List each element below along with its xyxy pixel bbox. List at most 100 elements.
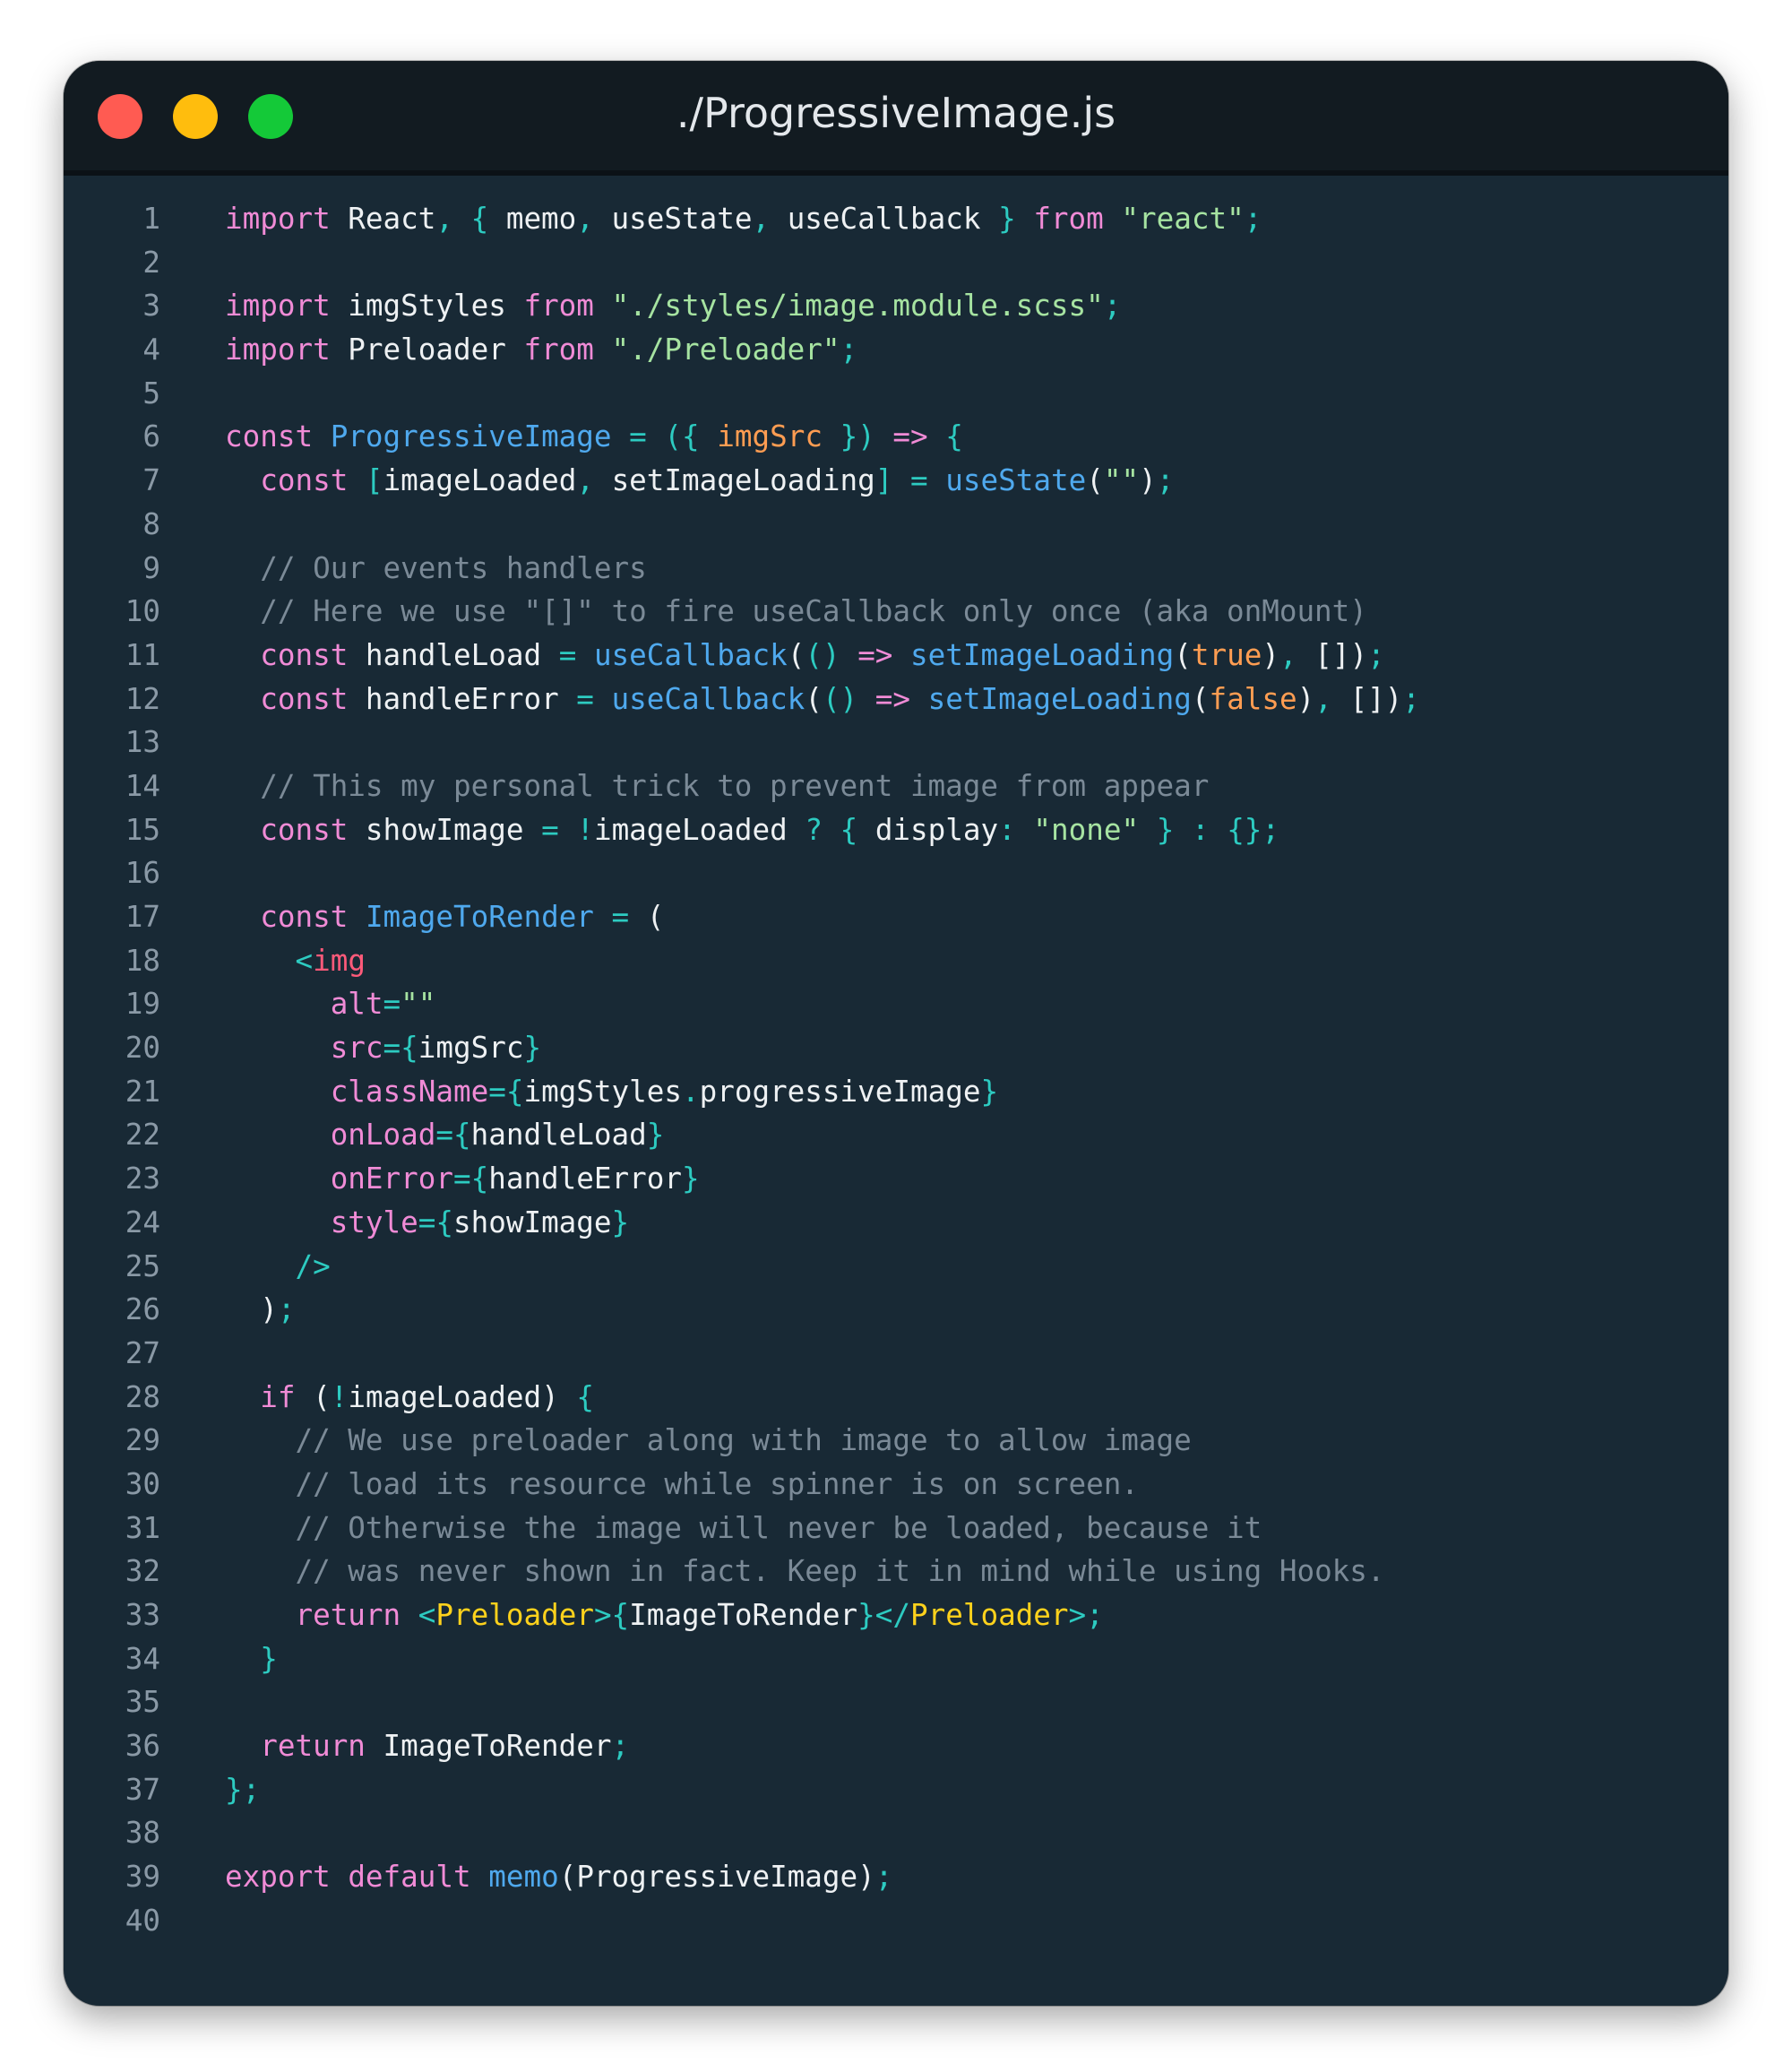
code-token: . — [681, 1074, 700, 1109]
code-line[interactable]: 24 style={showImage} — [64, 1201, 1728, 1245]
code-token: (ProgressiveImage) — [558, 1860, 875, 1895]
line-number: 20 — [125, 1031, 160, 1066]
code-line[interactable]: 34 } — [64, 1637, 1728, 1681]
code-text: // This my personal trick to prevent ima… — [225, 764, 1209, 808]
line-number: 6 — [142, 419, 160, 454]
code-line[interactable]: 21 className={imgStyles.progressiveImage… — [64, 1070, 1728, 1114]
code-token: imgSrc — [717, 419, 823, 454]
code-token: ={ — [452, 1162, 489, 1196]
code-token: ( — [295, 1379, 331, 1414]
code-token: ? — [805, 812, 823, 847]
code-text: <img — [225, 939, 365, 983]
line-number: 29 — [125, 1423, 160, 1458]
code-line[interactable]: 3 import imgStyles from "./styles/image.m… — [64, 284, 1728, 328]
code-line[interactable]: 37}; — [64, 1768, 1728, 1812]
code-text: // Here we use "[]" to fire useCallback … — [225, 590, 1367, 634]
code-text: alt="" — [225, 982, 436, 1026]
code-token: if — [260, 1379, 296, 1414]
code-line[interactable]: 28 if (!imageLoaded) { — [64, 1376, 1728, 1420]
code-token: ={ — [383, 1031, 418, 1066]
line-number: 24 — [125, 1205, 160, 1239]
code-token: "none" — [1033, 812, 1140, 847]
code-token: ( — [787, 637, 806, 672]
code-line[interactable]: 5 — [64, 372, 1728, 416]
code-line[interactable]: 17 const ImageToRender = ( — [64, 895, 1728, 939]
code-line[interactable]: 6 const ProgressiveImage = ({ imgSrc }) =… — [64, 415, 1728, 459]
code-line[interactable]: 30 // load its resource while spinner is… — [64, 1463, 1728, 1507]
code-line[interactable]: 31 // Otherwise the image will never be … — [64, 1507, 1728, 1550]
code-token: imageLoaded) — [348, 1379, 577, 1414]
code-line[interactable]: 26 ); — [64, 1288, 1728, 1332]
code-token: // This my personal trick to prevent ima… — [260, 768, 1210, 803]
code-line[interactable]: 20 src={imgSrc} — [64, 1026, 1728, 1070]
code-line[interactable]: 4 import Preloader from "./Preloader"; — [64, 328, 1728, 372]
line-number: 28 — [125, 1379, 160, 1414]
code-token: alt — [330, 987, 383, 1022]
code-line[interactable]: 19 alt="" — [64, 982, 1728, 1026]
code-line[interactable]: 10 // Here we use "[]" to fire useCallba… — [64, 590, 1728, 634]
code-editor[interactable]: 1 import React, { memo, useState, useCall… — [64, 197, 1728, 1943]
title-bar: ./ProgressiveImage.js — [64, 61, 1728, 176]
code-token: // Our events handlers — [260, 550, 647, 585]
code-line[interactable]: 7 const [imageLoaded, setImageLoading] =… — [64, 459, 1728, 503]
code-token: ( — [805, 681, 823, 716]
code-token: imageLoaded — [593, 812, 806, 847]
code-token: const — [260, 637, 349, 672]
line-number: 19 — [125, 987, 160, 1022]
code-line[interactable]: 25 /> — [64, 1245, 1728, 1289]
code-token: { — [945, 419, 963, 454]
code-token: React — [330, 202, 436, 236]
code-line[interactable]: 38 — [64, 1811, 1728, 1855]
code-line[interactable]: 13 — [64, 721, 1728, 764]
code-token: const — [260, 900, 349, 934]
code-token: ) — [1349, 637, 1368, 672]
code-line[interactable]: 14 // This my personal trick to prevent … — [64, 764, 1728, 808]
code-line[interactable]: 36 return ImageToRender; — [64, 1724, 1728, 1768]
code-token: ={ — [435, 1118, 471, 1153]
code-line[interactable]: 2 — [64, 241, 1728, 285]
code-token: from — [523, 289, 594, 324]
line-number: 17 — [125, 900, 160, 934]
code-text: const showImage = !imageLoaded ? { displ… — [225, 808, 1279, 852]
code-text: /> — [225, 1245, 330, 1289]
code-token: // Here we use "[]" to fire useCallback … — [260, 594, 1367, 629]
code-line[interactable]: 39 export default memo(ProgressiveImage); — [64, 1855, 1728, 1899]
code-token: {} — [1227, 812, 1262, 847]
line-number: 31 — [125, 1510, 160, 1545]
code-line[interactable]: 1 import React, { memo, useState, useCall… — [64, 197, 1728, 241]
code-line[interactable]: 23 onError={handleError} — [64, 1157, 1728, 1201]
code-text: const handleLoad = useCallback(() => set… — [225, 634, 1384, 678]
code-line[interactable]: 22 onLoad={handleLoad} — [64, 1113, 1728, 1157]
code-line[interactable]: 33 return <Preloader>{ImageToRender}</Pr… — [64, 1593, 1728, 1637]
code-line[interactable]: 35 — [64, 1680, 1728, 1724]
line-number: 2 — [142, 245, 160, 280]
code-line[interactable]: 32 // was never shown in fact. Keep it i… — [64, 1550, 1728, 1593]
code-token: ProgressiveImage — [330, 419, 612, 454]
code-line[interactable]: 9 // Our events handlers — [64, 547, 1728, 591]
code-line[interactable]: 29 // We use preloader along with image … — [64, 1419, 1728, 1463]
code-line[interactable]: 27 — [64, 1332, 1728, 1376]
code-token: ) — [1384, 681, 1403, 716]
code-line[interactable]: 11 const handleLoad = useCallback(() => … — [64, 634, 1728, 678]
line-number: 37 — [125, 1772, 160, 1807]
code-token: = — [383, 987, 401, 1022]
code-token: setImageLoading — [593, 463, 875, 498]
code-line[interactable]: 16 — [64, 851, 1728, 895]
code-line[interactable]: 8 — [64, 503, 1728, 547]
code-line[interactable]: 15 const showImage = !imageLoaded ? { di… — [64, 808, 1728, 852]
code-line[interactable]: 12 const handleError = useCallback(() =>… — [64, 678, 1728, 721]
code-line[interactable]: 40 — [64, 1899, 1728, 1943]
code-line[interactable]: 18 <img — [64, 939, 1728, 983]
